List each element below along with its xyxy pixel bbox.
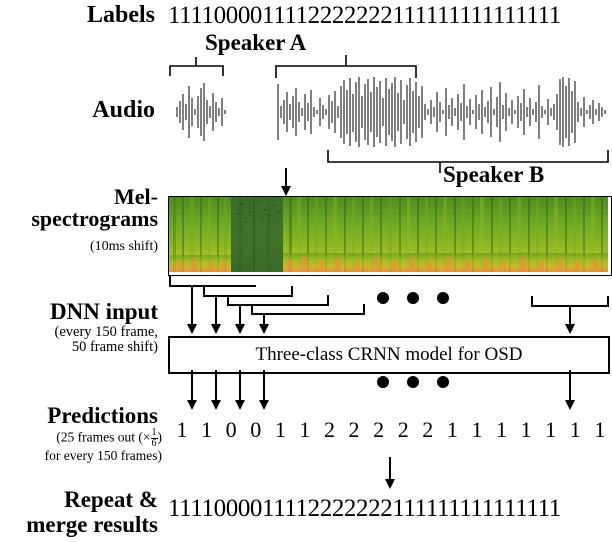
repeat-merge-row-title: Repeat & merge results — [0, 487, 158, 538]
prediction-value: 1 — [496, 417, 508, 442]
one-sixth-fraction: 16 — [150, 428, 158, 449]
prediction-value: 1 — [569, 417, 581, 442]
final-merged-sequence: 1111000011112222222111111111111111 — [168, 495, 561, 522]
crnn-model-box: Three-class CRNN model for OSD — [168, 336, 610, 374]
mel-spectrogram-image — [168, 196, 612, 276]
mel-title-line2: spectrograms — [31, 206, 158, 232]
prediction-value: 0 — [250, 417, 262, 442]
labels-row-title: Labels — [86, 2, 155, 28]
speaker-b-bracket-and-arrow — [281, 150, 609, 196]
crnn-model-label: Three-class CRNN model for OSD — [255, 344, 523, 365]
arrow-predictions-to-merge — [385, 457, 395, 489]
prediction-value: 1 — [520, 417, 532, 442]
ellipsis-dots-predictions — [377, 376, 449, 388]
dnn-subtitle-line1: (every 150 frame, — [54, 324, 158, 340]
predictions-subtitle-post: ) — [157, 429, 163, 445]
repeat-title-line1: Repeat & — [64, 487, 158, 512]
prediction-value: 2 — [422, 417, 434, 442]
prediction-value: 1 — [274, 417, 286, 442]
mel-title-line1: Mel- — [114, 184, 158, 209]
audio-waveform — [176, 77, 606, 147]
mel-row-title: Mel- spectrograms — [0, 184, 158, 232]
prediction-value: 2 — [373, 417, 385, 442]
predictions-subtitle-line2: for every 150 frames) — [44, 448, 162, 463]
arrow-audio-to-mel — [281, 168, 291, 196]
prediction-value: 1 — [446, 417, 458, 442]
labels-sequence: 1111000011112222222111111111111111 — [168, 2, 561, 29]
prediction-value: 2 — [323, 417, 335, 442]
predictions-row-subtitle: (25 frames out (× 1 6) for every 150 frame… — [0, 428, 162, 463]
prediction-value: 2 — [397, 417, 409, 442]
dnn-subtitle-line2: 50 frame shift) — [71, 339, 158, 356]
audio-row-title: Audio — [92, 97, 155, 123]
predictions-row-title: Predictions — [47, 403, 158, 428]
sliding-window-brackets — [169, 276, 609, 334]
repeat-title-line2: merge results — [26, 511, 158, 537]
prediction-value: 0 — [225, 417, 237, 442]
prediction-value: 1 — [201, 417, 213, 442]
ellipsis-dots-windows — [377, 292, 449, 304]
prediction-value: 1 — [594, 417, 606, 442]
predictions-values-row: 1 1 0 0 1 1 2 2 2 2 2 1 1 1 1 1 1 1 — [172, 417, 610, 443]
model-output-arrows — [187, 370, 575, 410]
prediction-value: 1 — [299, 417, 311, 442]
dnn-row-subtitle: (every 150 frame, 50 frame shift) — [0, 324, 158, 356]
mel-row-subtitle: (10ms shift) — [89, 239, 158, 254]
prediction-value: 1 — [545, 417, 557, 442]
prediction-value: 1 — [176, 417, 188, 442]
prediction-value: 2 — [348, 417, 360, 442]
predictions-subtitle-pre: (25 frames out (× — [56, 429, 151, 445]
prediction-value: 1 — [471, 417, 483, 442]
dnn-row-title: DNN input — [49, 299, 158, 324]
